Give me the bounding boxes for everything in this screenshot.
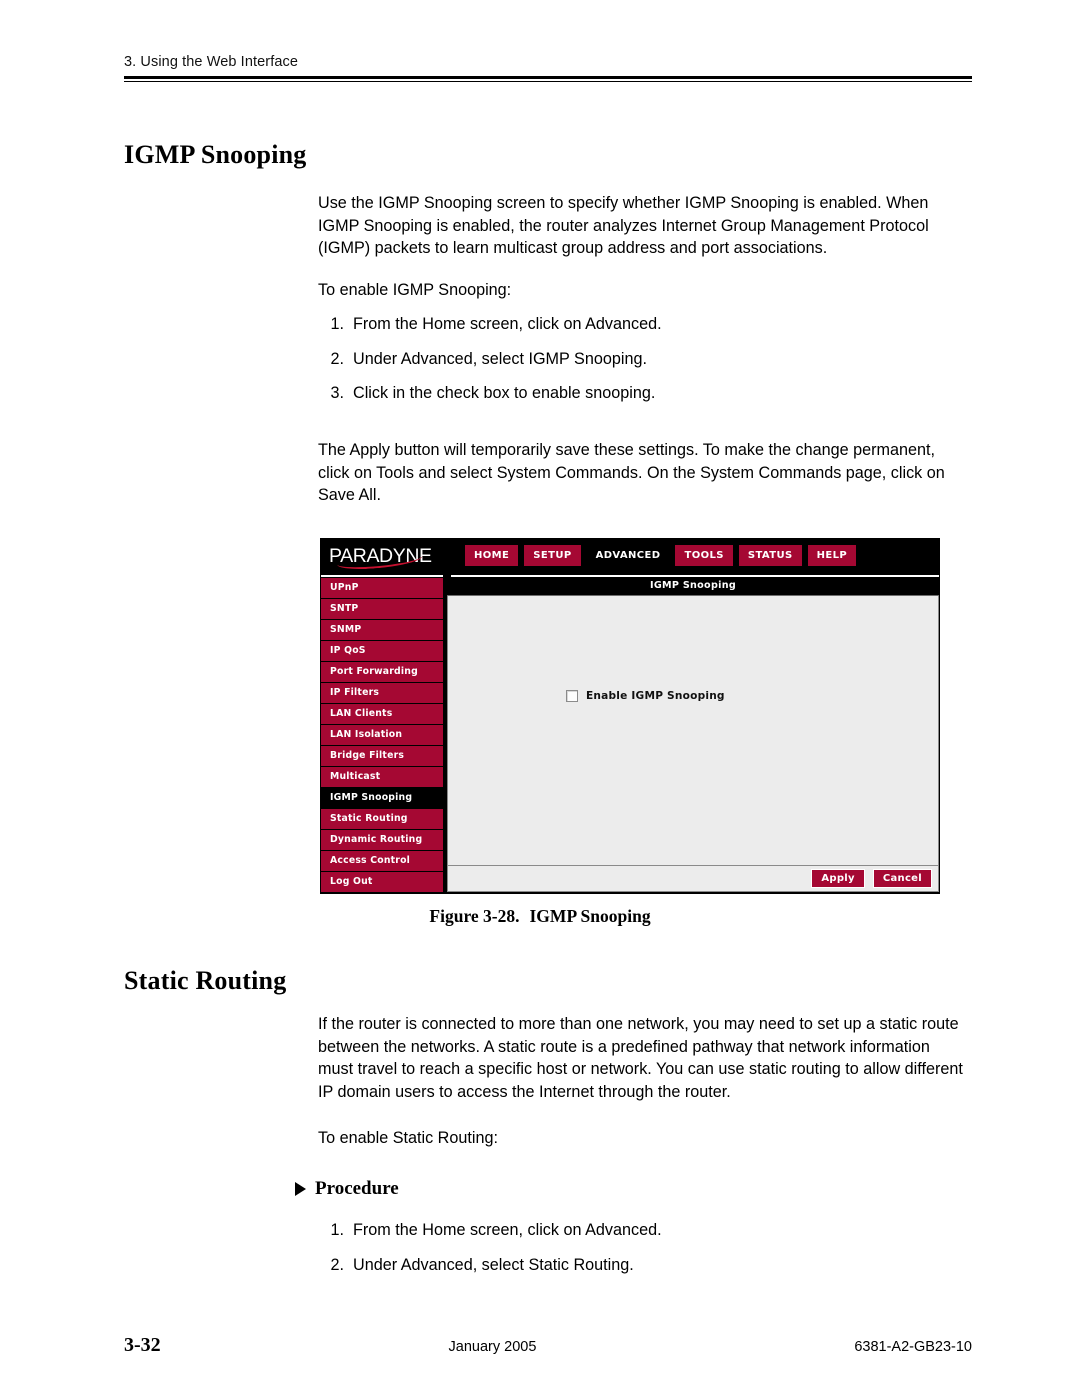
triangle-bullet-icon xyxy=(295,1182,306,1196)
header-rule-thick xyxy=(124,76,972,79)
section-heading-static-routing: Static Routing xyxy=(124,966,287,995)
sidebar-item-port-forwarding[interactable]: Port Forwarding xyxy=(321,662,443,682)
figure-caption-title: IGMP Snooping xyxy=(529,906,651,926)
list-item-text: Under Advanced, select IGMP Snooping. xyxy=(353,349,647,368)
section-heading-igmp-snooping: IGMP Snooping xyxy=(124,140,307,169)
igmp-intro-paragraph: Use the IGMP Snooping screen to specify … xyxy=(318,194,929,258)
list-item: 2. Under Advanced, select Static Routing… xyxy=(318,1254,966,1277)
sidebar-item-snmp[interactable]: SNMP xyxy=(321,620,443,640)
sidebar-item-static-routing[interactable]: Static Routing xyxy=(321,809,443,829)
list-item-number: 1. xyxy=(330,1221,344,1239)
router-content-area: IGMP Snooping Enable IGMP Snooping Apply… xyxy=(443,577,939,892)
igmp-step-list: 1. From the Home screen, click on Advanc… xyxy=(318,313,966,417)
footer-date: January 2005 xyxy=(448,1339,537,1355)
router-web-ui: PARADYNE HOME SETUP ADVANCED TOOLS STATU… xyxy=(320,538,940,894)
sidebar-item-sntp[interactable]: SNTP xyxy=(321,599,443,619)
sidebar-item-igmp-snooping[interactable]: IGMP Snooping xyxy=(321,788,443,808)
static-routing-intro-paragraph: If the router is connected to more than … xyxy=(318,1015,963,1101)
router-top-navbar: PARADYNE HOME SETUP ADVANCED TOOLS STATU… xyxy=(321,539,939,572)
procedure-label: Procedure xyxy=(315,1178,399,1199)
panel-body: Enable IGMP Snooping xyxy=(447,596,939,865)
list-item: 3. Click in the check box to enable snoo… xyxy=(318,382,966,405)
running-header: 3. Using the Web Interface xyxy=(124,54,972,82)
document-page: 3. Using the Web Interface IGMP Snooping… xyxy=(0,0,1080,1398)
footer-document-number: 6381-A2-GB23-10 xyxy=(854,1339,972,1355)
figure-caption-number: Figure 3-28. xyxy=(429,906,520,926)
static-routing-lead-in: To enable Static Routing: xyxy=(318,1129,498,1147)
list-item: 1. From the Home screen, click on Advanc… xyxy=(318,313,966,336)
sidebar-item-ip-filters[interactable]: IP Filters xyxy=(321,683,443,703)
static-routing-step-list: 1. From the Home screen, click on Advanc… xyxy=(318,1219,966,1288)
sidebar-item-ip-qos[interactable]: IP QoS xyxy=(321,641,443,661)
router-sidebar: UPnP SNTP SNMP IP QoS Port Forwarding IP… xyxy=(321,577,443,892)
list-item: 1. From the Home screen, click on Advanc… xyxy=(318,1219,966,1242)
router-body: UPnP SNTP SNMP IP QoS Port Forwarding IP… xyxy=(321,577,939,892)
figure-caption: Figure 3-28. IGMP Snooping xyxy=(0,906,1080,927)
nav-tab-tools[interactable]: TOOLS xyxy=(675,545,733,566)
list-item-text: From the Home screen, click on Advanced. xyxy=(353,315,662,333)
igmp-apply-note: The Apply button will temporarily save t… xyxy=(318,441,945,505)
sidebar-item-lan-clients[interactable]: LAN Clients xyxy=(321,704,443,724)
sidebar-item-dynamic-routing[interactable]: Dynamic Routing xyxy=(321,830,443,850)
nav-tab-home[interactable]: HOME xyxy=(465,545,519,566)
procedure-heading: Procedure xyxy=(295,1178,399,1200)
nav-tab-advanced[interactable]: ADVANCED xyxy=(586,545,670,566)
list-item-number: 2. xyxy=(330,349,344,368)
list-item-number: 1. xyxy=(330,315,344,333)
sidebar-item-lan-isolation[interactable]: LAN Isolation xyxy=(321,725,443,745)
list-item: 2. Under Advanced, select IGMP Snooping. xyxy=(318,348,966,371)
sidebar-item-bridge-filters[interactable]: Bridge Filters xyxy=(321,746,443,766)
cancel-button[interactable]: Cancel xyxy=(872,869,932,888)
panel-title: IGMP Snooping xyxy=(447,577,939,596)
running-head-text: 3. Using the Web Interface xyxy=(124,54,299,70)
sidebar-item-upnp[interactable]: UPnP xyxy=(321,578,443,598)
enable-igmp-snooping-label: Enable IGMP Snooping xyxy=(586,690,725,702)
nav-tab-setup[interactable]: SETUP xyxy=(524,545,581,566)
igmp-lead-in: To enable IGMP Snooping: xyxy=(318,281,512,299)
nav-tab-help[interactable]: HELP xyxy=(807,545,857,566)
enable-igmp-snooping-checkbox[interactable] xyxy=(566,690,578,702)
panel-action-bar: Apply Cancel xyxy=(447,865,939,892)
list-item-number: 2. xyxy=(330,1255,344,1274)
header-rule-thin xyxy=(124,81,972,82)
list-item-text: From the Home screen, click on Advanced. xyxy=(353,1221,662,1239)
list-item-text: Under Advanced, select Static Routing. xyxy=(353,1255,634,1274)
enable-igmp-snooping-row[interactable]: Enable IGMP Snooping xyxy=(566,690,725,702)
router-nav-tabs: HOME SETUP ADVANCED TOOLS STATUS HELP xyxy=(465,545,857,566)
sidebar-item-access-control[interactable]: Access Control xyxy=(321,851,443,871)
footer-page-number: 3-32 xyxy=(124,1334,161,1356)
figure-igmp-snooping-screenshot: PARADYNE HOME SETUP ADVANCED TOOLS STATU… xyxy=(320,538,940,894)
sidebar-item-log-out[interactable]: Log Out xyxy=(321,872,443,892)
paradyne-logo: PARADYNE xyxy=(327,543,455,571)
page-footer: 3-32 January 2005 6381-A2-GB23-10 xyxy=(124,1334,972,1357)
list-item-text: Click in the check box to enable snoopin… xyxy=(353,384,656,403)
sidebar-item-multicast[interactable]: Multicast xyxy=(321,767,443,787)
nav-tab-status[interactable]: STATUS xyxy=(738,545,802,566)
list-item-number: 3. xyxy=(330,384,344,403)
apply-button[interactable]: Apply xyxy=(811,869,865,888)
